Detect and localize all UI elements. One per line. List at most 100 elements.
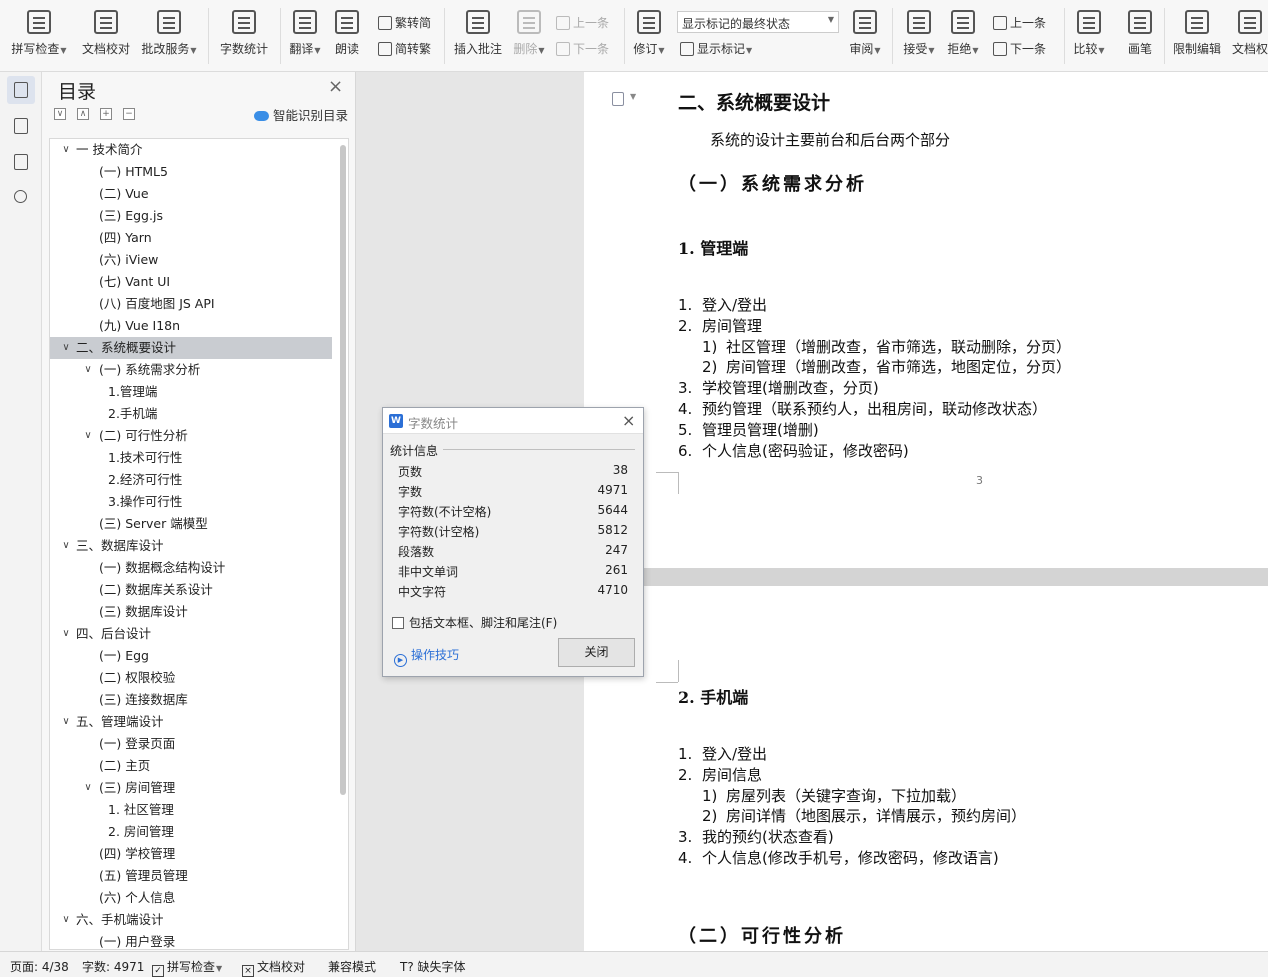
read-aloud-button[interactable]: 朗读 [330,8,364,64]
include-textbox-checkbox[interactable]: 包括文本框、脚注和尾注(F) [392,614,557,631]
reject-button[interactable]: 拒绝▼ [944,8,982,64]
trad-to-simp-icon [378,16,392,30]
toc-item[interactable]: 2.手机端 [50,403,332,425]
spell-check-button[interactable]: 拼写检查▼ [8,8,70,64]
chevron-down-icon[interactable]: ∨ [60,337,72,359]
next-comment-button[interactable]: 下一条 [556,40,609,57]
chevron-down-icon[interactable]: ∨ [82,359,94,381]
toc-item[interactable]: (四) Yarn [50,227,332,249]
toc-item[interactable]: (一) HTML5 [50,161,332,183]
delete-comment-button[interactable]: 删除▼ [510,8,548,64]
markup-state-select[interactable]: 显示标记的最终状态 ▼ [677,11,839,33]
missing-font-button[interactable]: T? 缺失字体 [400,958,466,975]
close-icon[interactable]: × [328,76,343,97]
expand-all-icon[interactable]: ∧ [77,108,89,120]
add-heading-icon[interactable]: + [100,108,112,120]
toc-item[interactable]: (二) 权限校验 [50,667,332,689]
chevron-down-icon[interactable]: ∨ [82,777,94,799]
toc-item[interactable]: (一) 用户登录 [50,931,332,949]
prev-comment-button[interactable]: 上一条 [556,14,609,31]
toc-item[interactable]: 1.管理端 [50,381,332,403]
chevron-down-icon: ▼ [827,15,834,24]
chevron-down-icon[interactable]: ∨ [82,425,94,447]
toc-item[interactable]: 2. 房间管理 [50,821,332,843]
toc-item[interactable]: (三) 数据库设计 [50,601,332,623]
document-page: 2. 手机端 1. 登入/登出 2. 房间信息 1) 房屋列表（关键字查询，下拉加载） 2)… [584,586,1268,951]
accept-button[interactable]: 接受▼ [900,8,938,64]
toc-item[interactable]: (一) Egg [50,645,332,667]
show-markup-button[interactable]: 显示标记▼ [680,40,752,57]
collapse-all-icon[interactable]: ∨ [54,108,66,120]
chevron-down-icon[interactable]: ∨ [60,711,72,733]
toc-item[interactable]: (八) 百度地图 JS API [50,293,332,315]
translate-icon [293,10,317,34]
toc-scrollbar[interactable] [340,145,346,795]
restrict-edit-button[interactable]: 限制编辑 [1170,8,1224,64]
close-button[interactable]: 关闭 [558,638,635,667]
trad-to-simp-button[interactable]: 繁转简 [378,14,431,31]
revise-button[interactable]: 修订▼ [630,8,668,64]
chevron-down-icon[interactable]: ∨ [60,909,72,931]
toc-item[interactable]: ∨ (二) 可行性分析 [50,425,332,447]
spell-check-toggle[interactable]: ✓ 拼写检查▼ [152,958,222,977]
chapter-nav-button[interactable] [7,112,35,140]
batch-service-button[interactable]: 批改服务▼ [138,8,200,64]
tips-link[interactable]: ▶ 操作技巧 [394,646,459,667]
pen-button[interactable]: 画笔 [1122,8,1158,64]
toc-item[interactable]: (一) 数据概念结构设计 [50,557,332,579]
toc-item[interactable]: 1.技术可行性 [50,447,332,469]
document-icon[interactable] [612,92,624,106]
doc-rights-button[interactable]: 文档权 [1230,8,1268,64]
read-aloud-icon [335,10,359,34]
toc-item[interactable]: (七) Vant UI [50,271,332,293]
toc-item[interactable]: ∨ 一 技术简介 [50,139,332,161]
toc-item[interactable]: ∨ 三、数据库设计 [50,535,332,557]
chevron-down-icon[interactable]: ∨ [60,535,72,557]
page-indicator[interactable]: 页面: 4/38 [10,958,69,975]
next-change-button[interactable]: 下一条 [993,40,1046,57]
toc-item[interactable]: 2.经济可行性 [50,469,332,491]
status-bar: 页面: 4/38 字数: 4971 ✓ 拼写检查▼ × 文档校对 兼容模式 T? 缺… [0,951,1268,977]
toc-item[interactable]: (六) iView [50,249,332,271]
insert-comment-button[interactable]: 插入批注 [452,8,504,64]
toc-item[interactable]: (三) Egg.js [50,205,332,227]
toc-item[interactable]: 1. 社区管理 [50,799,332,821]
search-icon [14,190,27,203]
word-count-indicator[interactable]: 字数: 4971 [82,958,144,975]
toc-item[interactable]: (二) Vue [50,183,332,205]
prev-change-button[interactable]: 上一条 [993,14,1046,31]
toc-item[interactable]: ∨ (三) 房间管理 [50,777,332,799]
toc-nav-button[interactable] [7,76,35,104]
toc-item[interactable]: 3.操作可行性 [50,491,332,513]
translate-button[interactable]: 翻译▼ [286,8,324,64]
toc-item[interactable]: ∨ (一) 系统需求分析 [50,359,332,381]
doc-proofread-status[interactable]: × 文档校对 [242,958,305,977]
remove-heading-icon[interactable]: − [123,108,135,120]
toc-item[interactable]: (五) 管理员管理 [50,865,332,887]
toc-item[interactable]: (一) 登录页面 [50,733,332,755]
bookmark-nav-button[interactable] [7,148,35,176]
toc-item[interactable]: ∨ 五、管理端设计 [50,711,332,733]
dialog-titlebar[interactable]: W 字数统计 × [383,408,643,434]
word-count-button[interactable]: 字数统计 [216,8,272,64]
toc-item[interactable]: (三) Server 端模型 [50,513,332,535]
simp-to-trad-button[interactable]: 简转繁 [378,40,431,57]
search-nav-button[interactable] [7,184,35,212]
toc-item[interactable]: (三) 连接数据库 [50,689,332,711]
toc-item[interactable]: (二) 主页 [50,755,332,777]
review-button[interactable]: 审阅▼ [846,8,884,64]
smart-toc-button[interactable]: 智能识别目录 [254,105,348,124]
toc-item[interactable]: (九) Vue I18n [50,315,332,337]
doc-proofread-button[interactable]: 文档校对 [80,8,132,64]
toc-item[interactable]: (四) 学校管理 [50,843,332,865]
toc-item[interactable]: ∨ 四、后台设计 [50,623,332,645]
chevron-down-icon[interactable]: ∨ [60,623,72,645]
compare-button[interactable]: 比较▼ [1070,8,1108,64]
toc-item[interactable]: (六) 个人信息 [50,887,332,909]
toc-item[interactable]: (二) 数据库关系设计 [50,579,332,601]
close-icon[interactable]: × [622,411,635,430]
chevron-down-icon[interactable]: ∨ [60,139,72,161]
list-item: 2. 房间管理 [678,315,762,336]
toc-item[interactable]: ∨ 六、手机端设计 [50,909,332,931]
toc-item[interactable]: ∨ 二、系统概要设计 [50,337,332,359]
